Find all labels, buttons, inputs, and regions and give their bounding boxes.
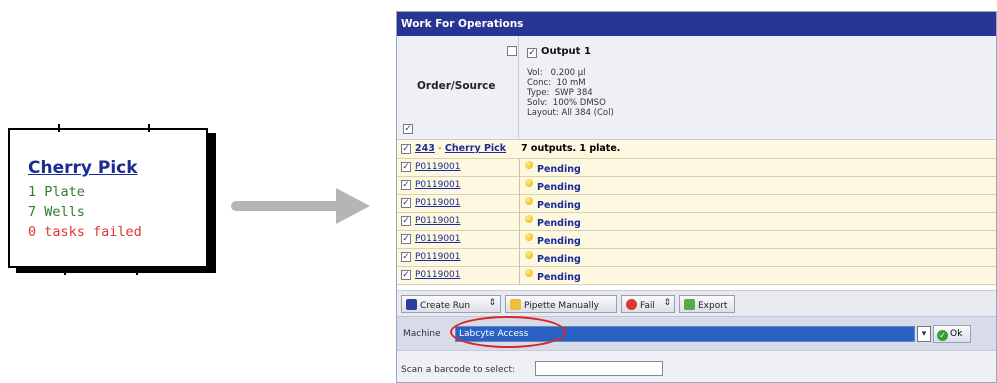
create-run-label: Create Run — [420, 301, 471, 311]
ok-button[interactable]: ✓ Ok — [933, 325, 971, 343]
card-notch — [136, 266, 138, 275]
pending-status-icon — [525, 233, 533, 241]
card-notch — [58, 124, 60, 132]
summary-row: ✓ 243 - Cherry Pick 7 outputs. 1 plate. — [397, 140, 996, 159]
barcode-input[interactable] — [535, 361, 663, 376]
pipette-icon — [510, 299, 521, 310]
column-divider — [519, 195, 520, 213]
column-divider — [519, 177, 520, 195]
table-row: ✓ P0119001 Pending — [397, 177, 996, 195]
row-status: Pending — [537, 200, 581, 211]
output-checkbox[interactable]: ✓ — [527, 48, 537, 58]
row-plate-link[interactable]: P0119001 — [415, 234, 461, 244]
output-title: Output 1 — [541, 46, 591, 57]
table-row: ✓ P0119001 Pending — [397, 159, 996, 177]
action-toolbar: Create Run ⇕ Pipette Manually Fail ⇕ Exp… — [397, 290, 996, 316]
card-notch — [148, 124, 150, 132]
check-icon: ✓ — [937, 330, 948, 341]
card-failed-count: 0 tasks failed — [28, 224, 142, 240]
ok-label: Ok — [950, 329, 963, 339]
row-checkbox[interactable]: ✓ — [401, 198, 411, 208]
card-well-count: 7 Wells — [28, 204, 85, 220]
pending-status-icon — [525, 215, 533, 223]
arrow-shaft — [231, 201, 343, 211]
summary-checkbox[interactable]: ✓ — [401, 144, 411, 154]
pending-status-icon — [525, 269, 533, 277]
arrow-head-icon — [336, 188, 370, 224]
select-all-checkbox[interactable]: ✓ — [403, 124, 413, 134]
column-divider — [519, 231, 520, 249]
row-plate-link[interactable]: P0119001 — [415, 216, 461, 226]
row-status: Pending — [537, 272, 581, 283]
row-plate-link[interactable]: P0119001 — [415, 198, 461, 208]
row-checkbox[interactable]: ✓ — [401, 234, 411, 244]
row-status: Pending — [537, 236, 581, 247]
run-icon — [406, 299, 417, 310]
table-row: ✓ P0119001 Pending — [397, 267, 996, 285]
row-plate-link[interactable]: P0119001 — [415, 270, 461, 280]
row-plate-link[interactable]: P0119001 — [415, 252, 461, 262]
export-label: Export — [698, 301, 728, 311]
stepper-icon: ⇕ — [663, 298, 671, 308]
row-status: Pending — [537, 182, 581, 193]
scan-label: Scan a barcode to select: — [401, 365, 516, 375]
create-run-button[interactable]: Create Run ⇕ — [401, 295, 501, 313]
pending-status-icon — [525, 251, 533, 259]
cherry-pick-card: Cherry Pick 1 Plate 7 Wells 0 tasks fail… — [8, 124, 208, 275]
fail-icon — [626, 299, 637, 310]
highlight-ellipse — [450, 316, 566, 348]
table-row: ✓ P0119001 Pending — [397, 213, 996, 231]
row-status: Pending — [537, 218, 581, 229]
row-checkbox[interactable]: ✓ — [401, 216, 411, 226]
row-checkbox[interactable]: ✓ — [401, 162, 411, 172]
order-source-column-header: Order/Source ✓ — [397, 36, 519, 140]
summary-info: 7 outputs. 1 plate. — [521, 143, 621, 154]
card-title[interactable]: Cherry Pick — [28, 158, 138, 178]
row-status: Pending — [537, 254, 581, 265]
table-header: Order/Source ✓ ✓ Output 1 Vol: 0.200 µl … — [397, 36, 996, 140]
column-divider — [519, 159, 520, 177]
row-checkbox[interactable]: ✓ — [401, 252, 411, 262]
row-status: Pending — [537, 164, 581, 175]
chevron-down-icon[interactable]: ▾ — [917, 326, 931, 342]
pipette-manually-label: Pipette Manually — [524, 301, 599, 311]
pending-status-icon — [525, 179, 533, 187]
order-source-label: Order/Source — [417, 80, 496, 92]
card-notch — [64, 266, 66, 275]
table-row: ✓ P0119001 Pending — [397, 249, 996, 267]
scan-bar: Scan a barcode to select: — [397, 350, 996, 382]
output-type: Type: SWP 384 — [527, 88, 593, 98]
header-empty-checkbox[interactable] — [507, 46, 517, 56]
stepper-icon: ⇕ — [488, 298, 496, 308]
card-plate-count: 1 Plate — [28, 184, 85, 200]
pipette-manually-button[interactable]: Pipette Manually — [505, 295, 617, 313]
pending-status-icon — [525, 197, 533, 205]
row-checkbox[interactable]: ✓ — [401, 180, 411, 190]
output-concentration: Conc: 10 mM — [527, 78, 586, 88]
export-button[interactable]: Export — [679, 295, 735, 313]
column-divider — [519, 267, 520, 285]
summary-id-link[interactable]: 243 — [415, 143, 435, 154]
pending-status-icon — [525, 161, 533, 169]
summary-name-link[interactable]: Cherry Pick — [445, 143, 506, 154]
summary-separator: - — [438, 143, 442, 154]
output-volume: Vol: 0.200 µl — [527, 68, 586, 78]
table-row: ✓ P0119001 Pending — [397, 195, 996, 213]
column-divider — [519, 249, 520, 267]
window-title: Work For Operations — [397, 12, 996, 36]
row-plate-link[interactable]: P0119001 — [415, 162, 461, 172]
export-icon — [684, 299, 695, 310]
row-plate-link[interactable]: P0119001 — [415, 180, 461, 190]
output-layout: Layout: All 384 (Col) — [527, 108, 614, 118]
table-row: ✓ P0119001 Pending — [397, 231, 996, 249]
column-divider — [519, 213, 520, 231]
fail-button[interactable]: Fail ⇕ — [621, 295, 675, 313]
fail-label: Fail — [640, 301, 655, 311]
row-checkbox[interactable]: ✓ — [401, 270, 411, 280]
machine-label: Machine — [403, 329, 441, 339]
output-solvent: Solv: 100% DMSO — [527, 98, 606, 108]
